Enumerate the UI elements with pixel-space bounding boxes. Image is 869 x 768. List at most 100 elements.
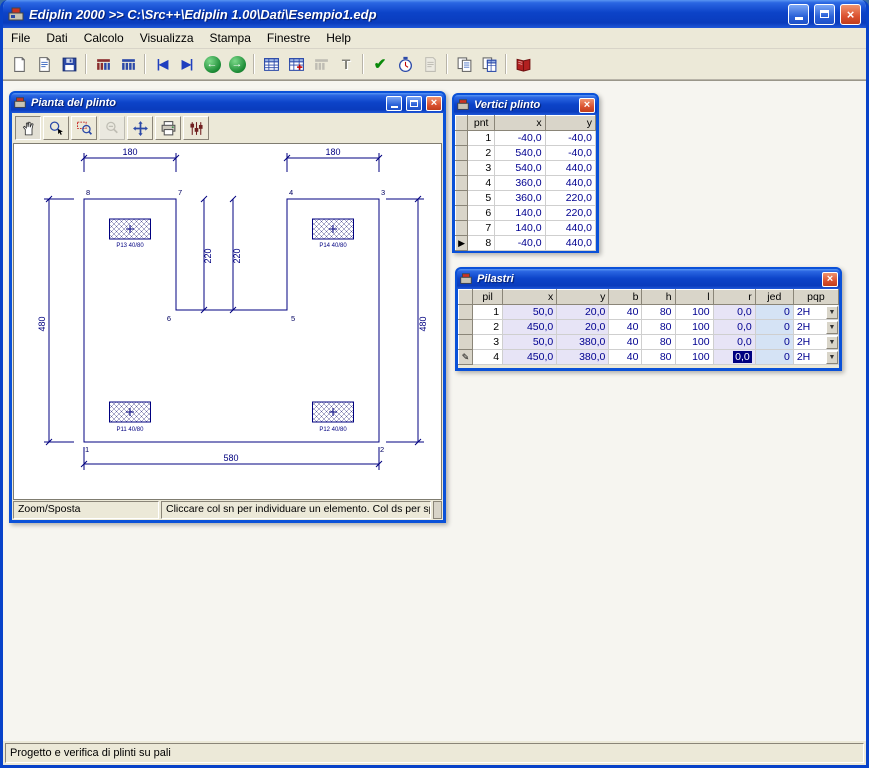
zoom-window-button[interactable]: [71, 116, 97, 140]
table-row-editing[interactable]: ✎ 4 450,0 380,0 40 80 100 0,0 0 2H▼: [459, 350, 839, 365]
cell-pnt[interactable]: 7: [468, 221, 495, 236]
cell-pnt[interactable]: 2: [468, 146, 495, 161]
cell-y[interactable]: 20,0: [557, 305, 609, 320]
table-red-button[interactable]: [91, 52, 115, 76]
table-row[interactable]: 3540,0440,0: [456, 161, 596, 176]
cell-y[interactable]: -40,0: [545, 131, 595, 146]
cell-x[interactable]: 50,0: [503, 335, 557, 350]
col-header-x[interactable]: x: [503, 290, 557, 305]
levels-button[interactable]: [183, 116, 209, 140]
cell-x[interactable]: 360,0: [495, 191, 545, 206]
cell-y[interactable]: 20,0: [557, 320, 609, 335]
zoom-select-button[interactable]: [43, 116, 69, 140]
table-blue-button[interactable]: [116, 52, 140, 76]
dropdown-arrow-icon[interactable]: ▼: [826, 336, 838, 349]
dropdown-arrow-icon[interactable]: ▼: [826, 321, 838, 334]
table-row[interactable]: 1 50,0 20,0 40 80 100 0,0 0 2H▼: [459, 305, 839, 320]
table-row[interactable]: 2540,0-40,0: [456, 146, 596, 161]
table-row[interactable]: 6140,0220,0: [456, 206, 596, 221]
cell-h[interactable]: 80: [642, 350, 675, 365]
row-selector-edit[interactable]: ✎: [459, 350, 473, 365]
nav-last-button[interactable]: ▶|: [175, 52, 199, 76]
col-header-jed[interactable]: jed: [755, 290, 793, 305]
menu-visualizza[interactable]: Visualizza: [132, 29, 202, 47]
pianta-close-button[interactable]: ×: [426, 96, 442, 111]
row-selector-current[interactable]: ▶: [456, 236, 468, 251]
save-button[interactable]: [57, 52, 81, 76]
cell-x[interactable]: 140,0: [495, 221, 545, 236]
col-header-b[interactable]: b: [609, 290, 642, 305]
menu-calcolo[interactable]: Calcolo: [76, 29, 132, 47]
hand-tool-button[interactable]: [15, 116, 41, 140]
row-selector[interactable]: [456, 131, 468, 146]
cell-pqp[interactable]: 2H▼: [793, 320, 838, 335]
cell-y[interactable]: 220,0: [545, 191, 595, 206]
cell-r-selected[interactable]: 0,0: [713, 350, 755, 365]
open-button[interactable]: [32, 52, 56, 76]
pianta-minimize-button[interactable]: [386, 96, 402, 111]
row-selector[interactable]: [456, 206, 468, 221]
new-button[interactable]: [7, 52, 31, 76]
vertici-titlebar[interactable]: Vertici plinto ×: [454, 95, 597, 115]
cell-jed[interactable]: 0: [755, 320, 793, 335]
table-row[interactable]: 7140,0440,0: [456, 221, 596, 236]
pilastri-titlebar[interactable]: Pilastri ×: [457, 269, 840, 289]
cell-y[interactable]: 380,0: [557, 350, 609, 365]
dropdown-arrow-icon[interactable]: ▼: [826, 306, 838, 319]
row-selector[interactable]: [459, 320, 473, 335]
menu-dati[interactable]: Dati: [38, 29, 75, 47]
cell-x[interactable]: 140,0: [495, 206, 545, 221]
main-titlebar[interactable]: Ediplin 2000 >> C:\Src++\Ediplin 1.00\Da…: [3, 0, 866, 28]
cell-x[interactable]: 540,0: [495, 146, 545, 161]
cell-pil[interactable]: 4: [473, 350, 503, 365]
nav-first-button[interactable]: |◀: [150, 52, 174, 76]
cell-x[interactable]: 450,0: [503, 320, 557, 335]
dropdown-arrow-icon[interactable]: ▼: [826, 351, 838, 364]
col-header-pqp[interactable]: pqp: [793, 290, 838, 305]
cell-r[interactable]: 0,0: [713, 335, 755, 350]
table-row[interactable]: 3 50,0 380,0 40 80 100 0,0 0 2H▼: [459, 335, 839, 350]
help-button[interactable]: [511, 52, 535, 76]
cell-x[interactable]: 360,0: [495, 176, 545, 191]
menu-help[interactable]: Help: [318, 29, 359, 47]
cell-jed[interactable]: 0: [755, 335, 793, 350]
row-selector[interactable]: [459, 305, 473, 320]
cell-y[interactable]: 440,0: [545, 161, 595, 176]
col-header-y[interactable]: y: [557, 290, 609, 305]
cell-pnt[interactable]: 8: [468, 236, 495, 251]
row-selector[interactable]: [456, 161, 468, 176]
cell-r[interactable]: 0,0: [713, 320, 755, 335]
cell-pil[interactable]: 1: [473, 305, 503, 320]
col-header-l[interactable]: l: [675, 290, 713, 305]
cell-l[interactable]: 100: [675, 320, 713, 335]
cell-pqp[interactable]: 2H▼: [793, 350, 838, 365]
table-row[interactable]: ▶8-40,0440,0: [456, 236, 596, 251]
nav-prev-button[interactable]: ←: [200, 52, 224, 76]
cell-b[interactable]: 40: [609, 305, 642, 320]
print-drawing-button[interactable]: [155, 116, 181, 140]
row-selector[interactable]: [456, 146, 468, 161]
pillar-p12[interactable]: [313, 402, 354, 422]
zoom-out-button[interactable]: [99, 116, 125, 140]
cell-y[interactable]: -40,0: [545, 146, 595, 161]
cell-r[interactable]: 0,0: [713, 305, 755, 320]
cell-y[interactable]: 380,0: [557, 335, 609, 350]
cell-pnt[interactable]: 3: [468, 161, 495, 176]
maximize-button[interactable]: [814, 4, 835, 25]
pillar-p11[interactable]: [110, 402, 151, 422]
cell-pqp[interactable]: 2H▼: [793, 335, 838, 350]
copy-button[interactable]: [452, 52, 476, 76]
pan-button[interactable]: [127, 116, 153, 140]
cell-l[interactable]: 100: [675, 305, 713, 320]
t-section-button[interactable]: T: [334, 52, 358, 76]
row-selector[interactable]: [456, 191, 468, 206]
pillar-p14[interactable]: [313, 219, 354, 239]
cell-pnt[interactable]: 4: [468, 176, 495, 191]
cell-pnt[interactable]: 1: [468, 131, 495, 146]
cell-pnt[interactable]: 5: [468, 191, 495, 206]
cell-y[interactable]: 440,0: [545, 176, 595, 191]
cell-pil[interactable]: 3: [473, 335, 503, 350]
cell-x[interactable]: -40,0: [495, 131, 545, 146]
row-selector[interactable]: [456, 176, 468, 191]
plinth-plan-drawing[interactable]: 180 180 480 480 220 220 580 1 2 3 4 5: [14, 144, 441, 496]
